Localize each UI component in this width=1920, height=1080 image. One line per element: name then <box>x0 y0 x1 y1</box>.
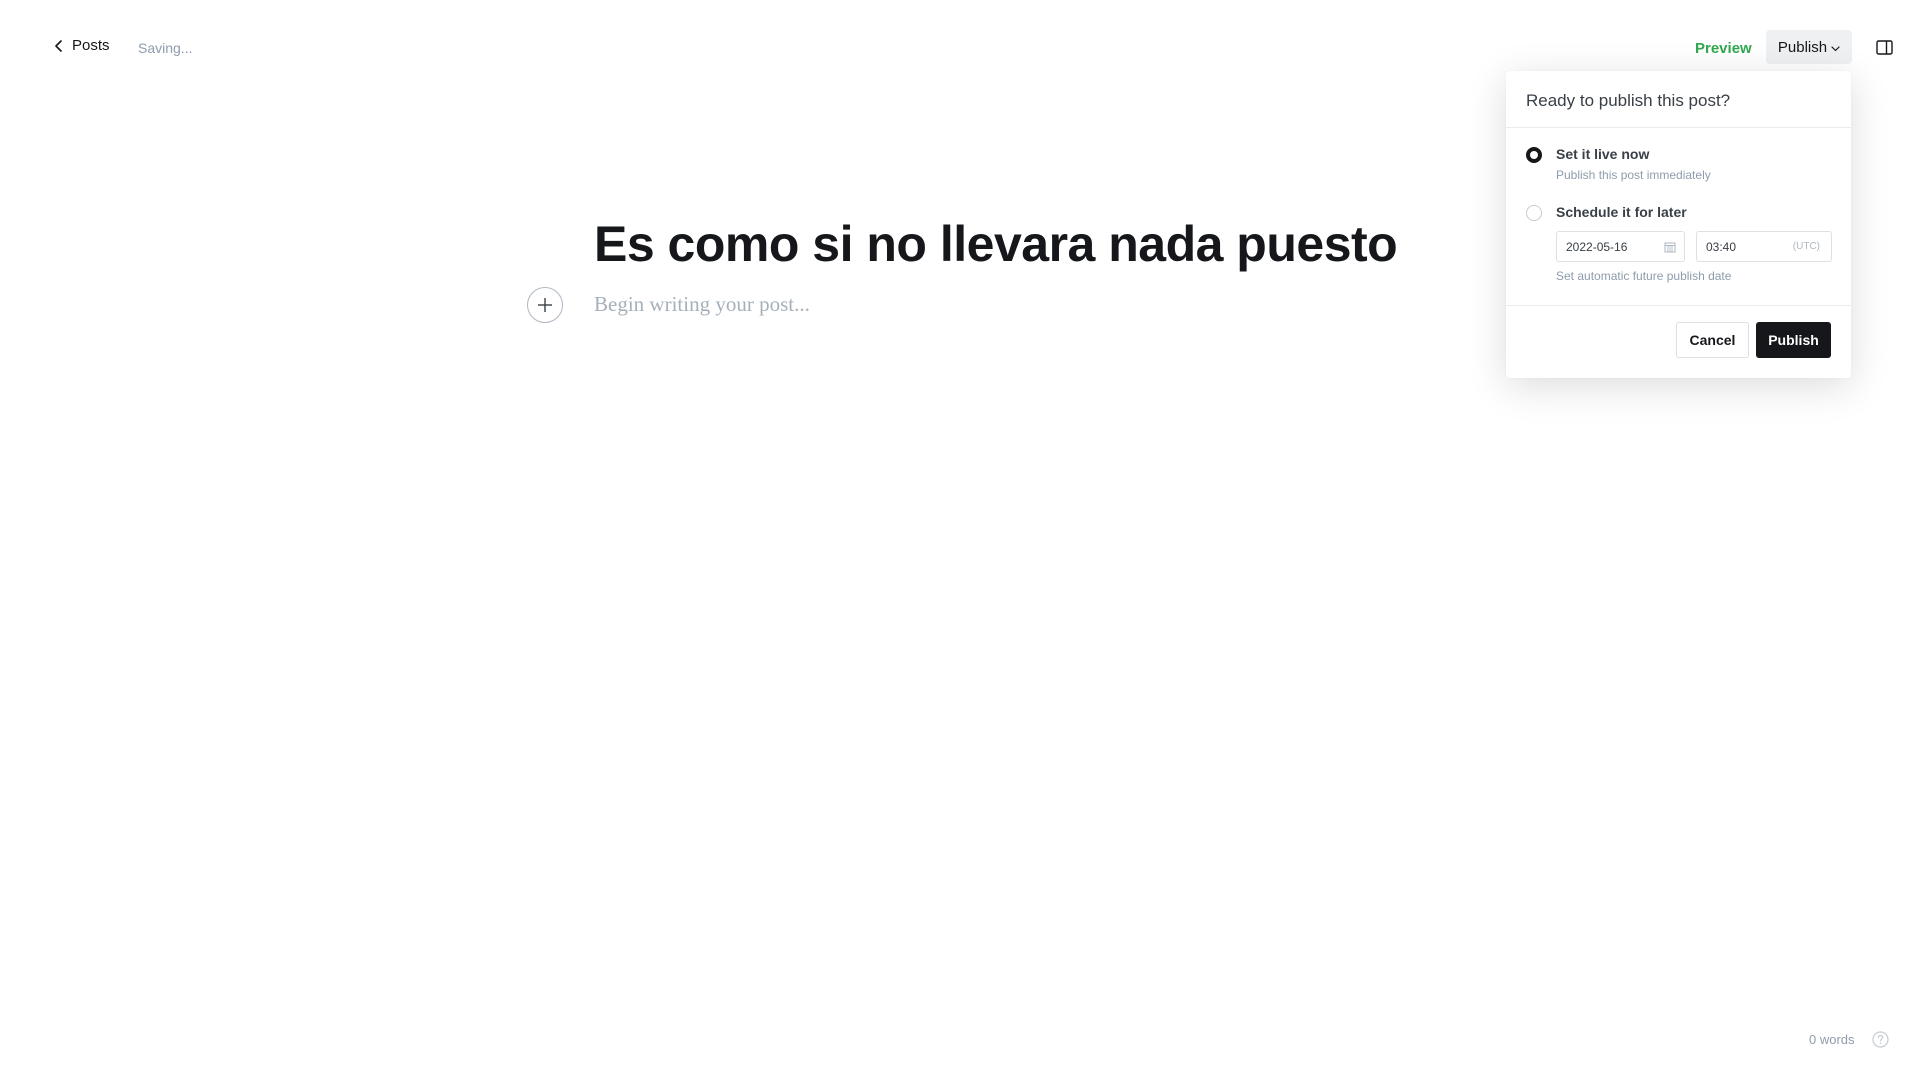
add-card-button[interactable] <box>527 287 563 323</box>
option-label-schedule[interactable]: Schedule it for later <box>1556 204 1687 220</box>
schedule-date-value: 2022-05-16 <box>1566 240 1628 254</box>
publish-dropdown-heading: Ready to publish this post? <box>1506 71 1851 128</box>
publish-menu-trigger[interactable]: Publish <box>1766 30 1852 64</box>
back-to-posts-link[interactable]: Posts <box>54 37 110 54</box>
word-count: 0 words <box>1809 1032 1855 1047</box>
help-icon[interactable] <box>1872 1031 1889 1048</box>
back-link-label: Posts <box>72 37 110 54</box>
preview-button[interactable]: Preview <box>1695 40 1752 57</box>
plus-icon <box>538 298 552 312</box>
schedule-time-input[interactable]: 03:40 (UTC) <box>1696 231 1832 262</box>
option-label-now[interactable]: Set it live now <box>1556 146 1649 162</box>
calendar-icon[interactable] <box>1664 241 1676 253</box>
publish-trigger-label: Publish <box>1777 38 1828 56</box>
schedule-time-value: 03:40 <box>1706 240 1737 254</box>
sidebar-toggle-icon[interactable] <box>1876 40 1893 55</box>
radio-schedule-later[interactable] <box>1526 205 1542 221</box>
radio-set-live-now[interactable] <box>1526 147 1542 163</box>
publish-dropdown: Ready to publish this post? Set it live … <box>1506 71 1851 378</box>
option-description-now: Publish this post immediately <box>1556 168 1711 182</box>
chevron-down-icon <box>1831 46 1840 52</box>
publish-dropdown-footer: Cancel Publish <box>1506 305 1851 378</box>
cancel-button[interactable]: Cancel <box>1676 322 1749 358</box>
post-body-editor[interactable]: Begin writing your post... <box>594 292 810 317</box>
post-title[interactable]: Es como si no llevara nada puesto <box>594 215 1398 273</box>
schedule-date-input[interactable]: 2022-05-16 <box>1556 231 1685 262</box>
confirm-publish-button[interactable]: Publish <box>1756 322 1831 358</box>
chevron-left-icon <box>55 39 62 52</box>
schedule-hint: Set automatic future publish date <box>1556 269 1732 283</box>
timezone-label: (UTC) <box>1792 241 1820 252</box>
save-status: Saving... <box>138 40 193 56</box>
